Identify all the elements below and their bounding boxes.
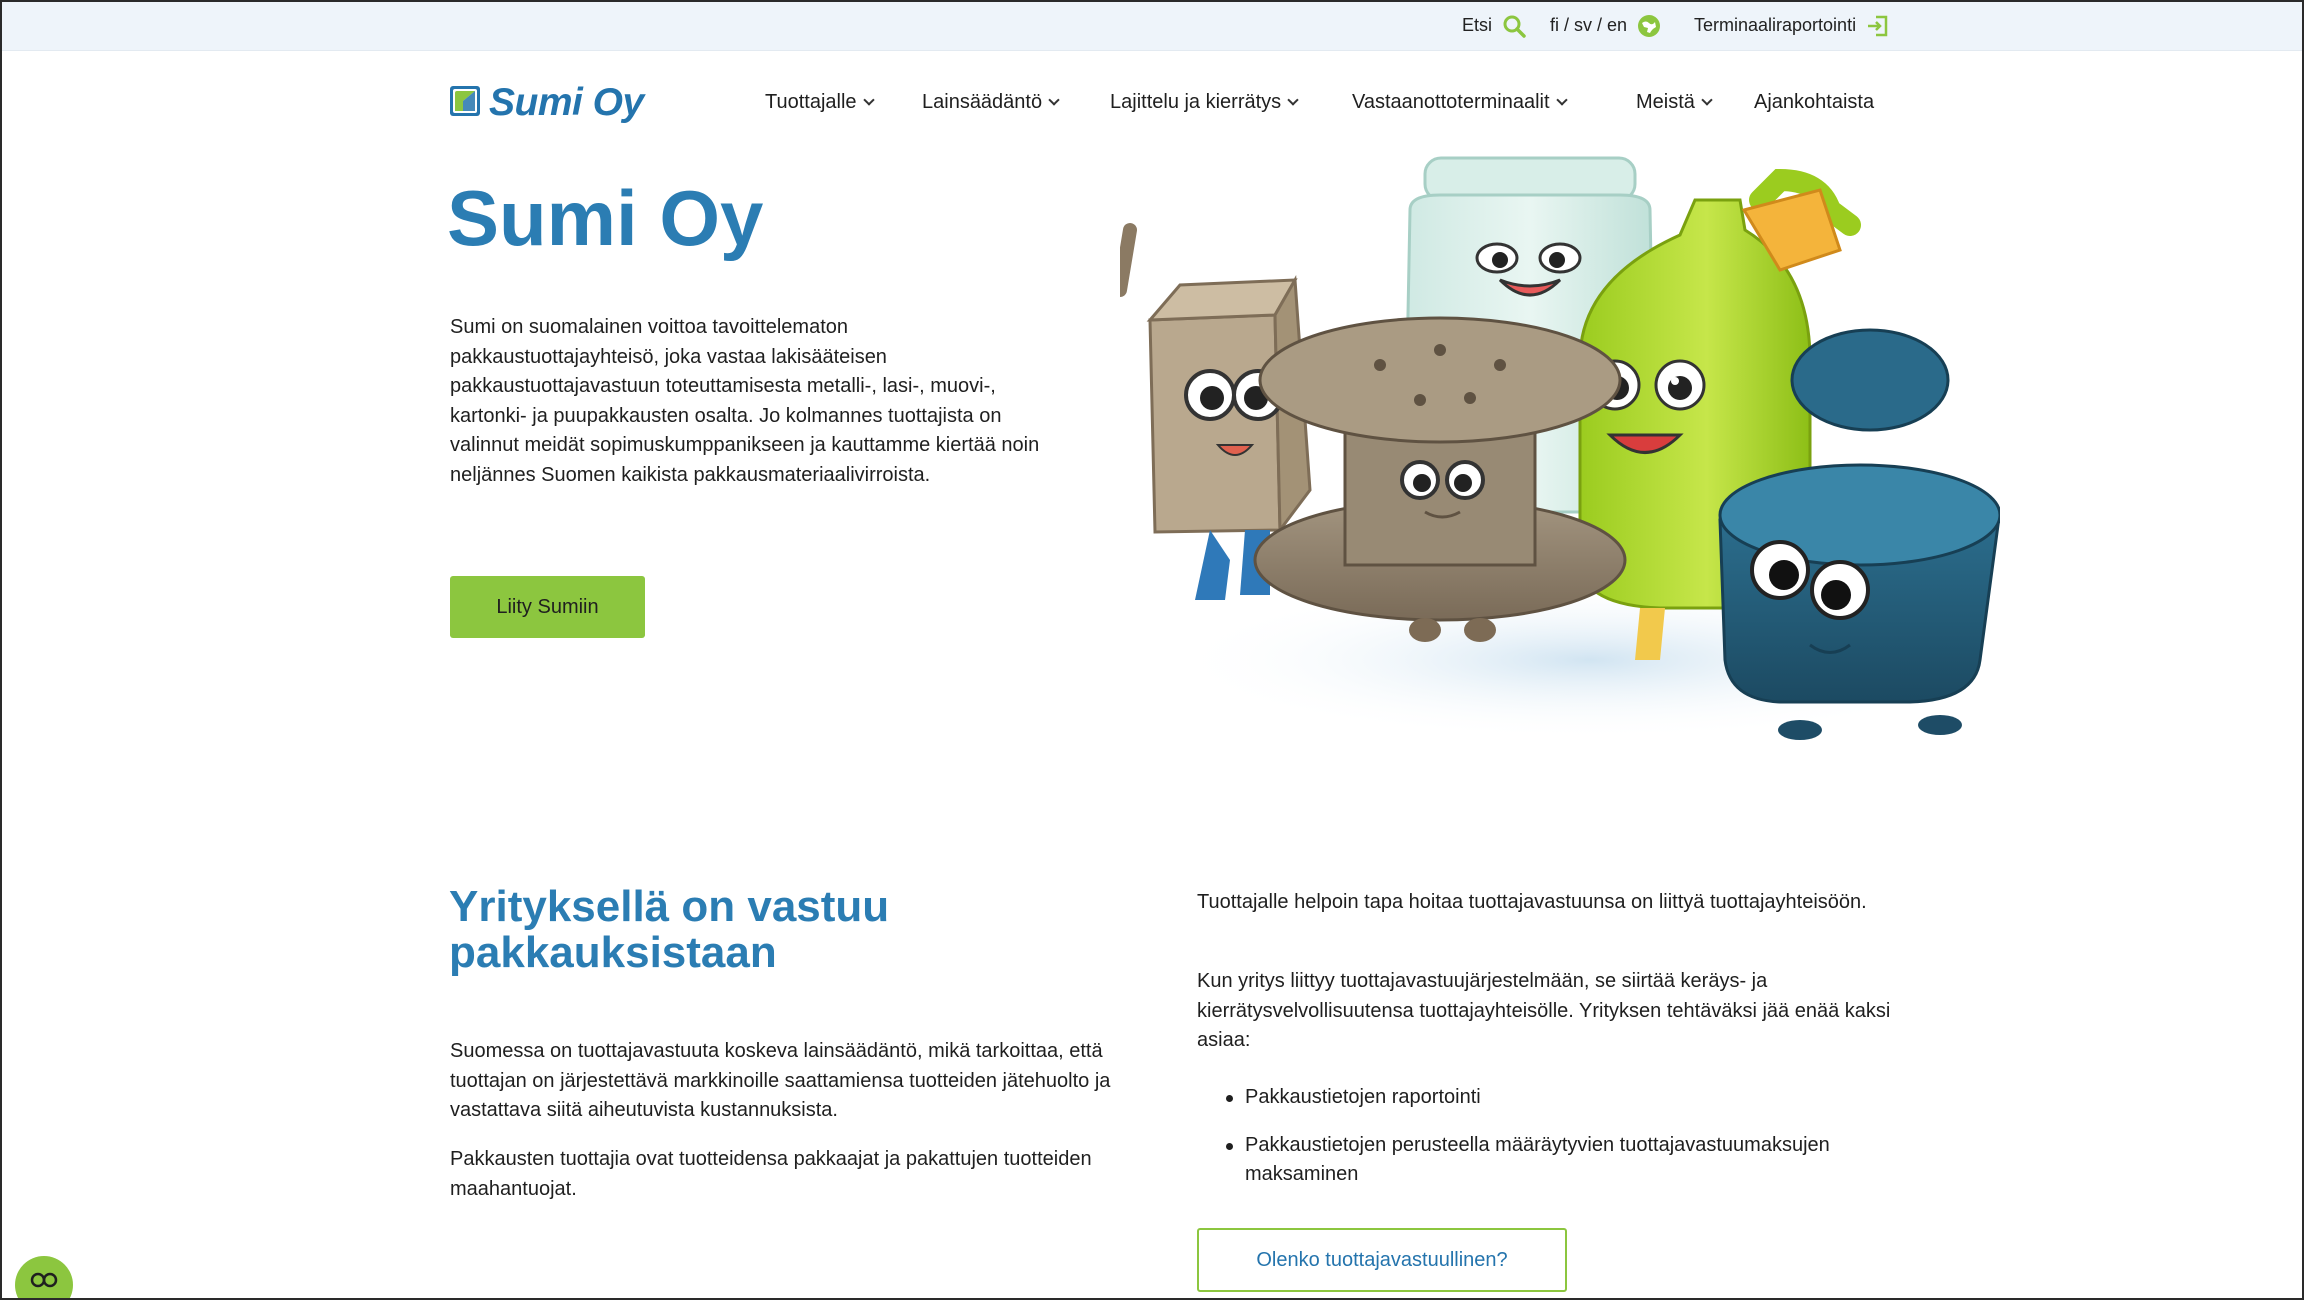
nav-item-vastaanottoterminaalit[interactable]: Vastaanottoterminaalit bbox=[1352, 86, 1568, 118]
login-icon bbox=[1866, 14, 1890, 38]
chevron-down-icon bbox=[1287, 93, 1299, 106]
nav-item-tuottajalle[interactable]: Tuottajalle bbox=[765, 86, 875, 118]
left-paragraph: Pakkausten tuottajia ovat tuotteidensa p… bbox=[450, 1148, 1092, 1200]
am-i-responsible-button[interactable]: Olenko tuottajavastuullinen? bbox=[1197, 1228, 1567, 1292]
cookie-settings-button[interactable] bbox=[15, 1256, 73, 1300]
requirements-list: Pakkaustietojen raportointi Pakkaustieto… bbox=[1226, 1083, 1927, 1208]
search-link[interactable]: Etsi bbox=[1462, 0, 1526, 51]
utility-bar: Etsi fi / sv / en Terminaaliraportointi bbox=[0, 0, 2304, 51]
nav-item-label: Lajittelu ja kierrätys bbox=[1110, 90, 1282, 113]
chevron-down-icon bbox=[862, 93, 875, 106]
nav-item-label: Meistä bbox=[1636, 90, 1695, 113]
packaging-characters-illustration bbox=[1113, 140, 2010, 750]
logo-text: Sumi Oy bbox=[489, 81, 644, 124]
nav-item-label: Tuottajalle bbox=[765, 90, 857, 113]
right-paragraph: Kun yritys liittyy tuottajavastuujärjest… bbox=[1197, 970, 1891, 1051]
right-paragraph: Tuottajalle helpoin tapa hoitaa tuottaja… bbox=[1197, 891, 1867, 913]
chevron-down-icon bbox=[1555, 93, 1568, 106]
search-label: Etsi bbox=[1462, 15, 1493, 35]
search-icon bbox=[1502, 14, 1526, 38]
section-title: Yrityksellä on vastuu pakkauksistaan bbox=[449, 882, 890, 977]
terminal-label: Terminaaliraportointi bbox=[1694, 15, 1857, 35]
nav-item-label: Lainsäädäntö bbox=[922, 90, 1043, 113]
chevron-down-icon bbox=[1701, 93, 1713, 106]
globe-icon bbox=[1637, 14, 1661, 38]
nav-item-label: Vastaanottoterminaalit bbox=[1352, 90, 1550, 113]
chevron-down-icon bbox=[1048, 93, 1060, 106]
language-switcher[interactable]: fi / sv / en bbox=[1550, 0, 1661, 51]
site-logo[interactable]: Sumi Oy bbox=[449, 80, 644, 126]
nav-item-lajittelu[interactable]: Lajittelu ja kierrätys bbox=[1110, 86, 1299, 118]
page-title: Sumi Oy bbox=[447, 174, 764, 262]
language-label: fi / sv / en bbox=[1550, 15, 1628, 35]
hero-description: Sumi on suomalainen voittoa tavoittelema… bbox=[450, 316, 1040, 486]
terminal-reporting-link[interactable]: Terminaaliraportointi bbox=[1694, 0, 1890, 51]
nav-item-ajankohtaista[interactable]: Ajankohtaista bbox=[1754, 86, 1874, 118]
cookie-settings-icon bbox=[30, 1272, 58, 1293]
nav-item-label: Ajankohtaista bbox=[1754, 90, 1875, 113]
list-item: Pakkaustietojen perusteella määräytyvien… bbox=[1226, 1131, 1927, 1190]
list-item: Pakkaustietojen raportointi bbox=[1226, 1083, 1927, 1113]
nav-item-meista[interactable]: Meistä bbox=[1636, 86, 1713, 118]
logo-mark-icon bbox=[449, 85, 481, 122]
nav-item-lainsaadanto[interactable]: Lainsäädäntö bbox=[922, 86, 1060, 118]
left-paragraph: Suomessa on tuottajavastuuta koskeva lai… bbox=[450, 1040, 1111, 1121]
join-sumi-button[interactable]: Liity Sumiin bbox=[450, 576, 645, 638]
